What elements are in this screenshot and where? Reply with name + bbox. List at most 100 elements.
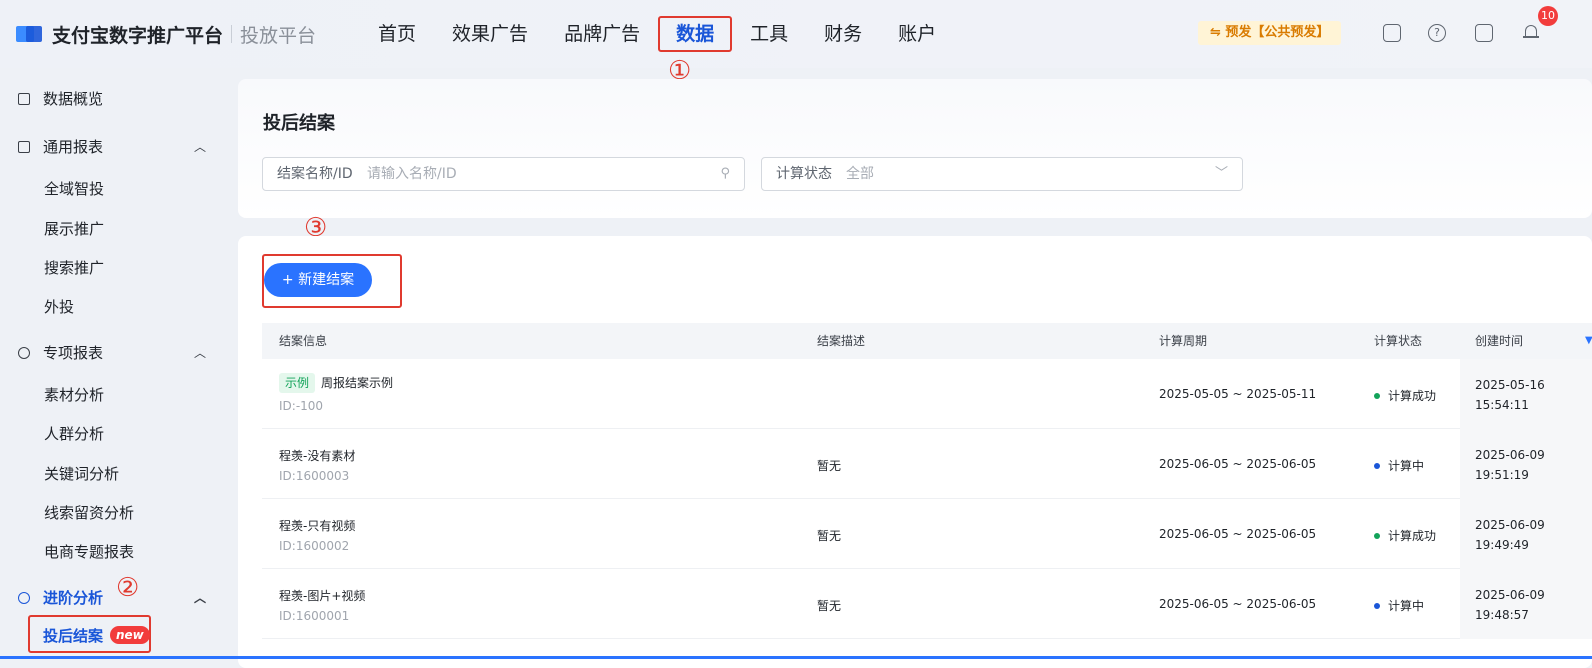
column-header-created[interactable]: 创建时间 xyxy=(1475,323,1523,359)
field-label: 计算状态 xyxy=(776,166,832,182)
case-period: 2025-05-05 ~ 2025-05-11 xyxy=(1159,387,1317,401)
sidebar-item-keyword[interactable]: 关键词分析 xyxy=(44,463,119,484)
sidebar-item-leads[interactable]: 线索留资分析 xyxy=(44,502,134,523)
sidebar-item-material[interactable]: 素材分析 xyxy=(44,384,104,405)
nav-home[interactable]: 首页 xyxy=(360,14,434,54)
created-date: 2025-06-09 xyxy=(1475,518,1545,532)
created-date: 2025-06-09 xyxy=(1475,588,1545,602)
created-time: 19:48:57 xyxy=(1475,608,1529,622)
sidebar-item-ecommerce[interactable]: 电商专题报表 xyxy=(44,541,134,562)
filter-panel: 投后结案 结案名称/ID 请输入名称/ID ⚲ 计算状态 全部 ﹀ xyxy=(238,79,1592,218)
new-case-button[interactable]: + 新建结案 xyxy=(264,263,372,297)
chevron-up-icon: ︿ xyxy=(194,591,207,605)
main-nav: 首页 效果广告 品牌广告 数据 工具 财务 账户 xyxy=(360,14,954,54)
case-desc: 暂无 xyxy=(817,459,842,473)
case-period: 2025-06-05 ~ 2025-06-05 xyxy=(1159,597,1317,611)
table-row[interactable]: 示例 周报结案示例 ID:-100 2025-05-05 ~ 2025-05-11… xyxy=(262,359,1592,429)
task-icon[interactable] xyxy=(1475,24,1493,42)
bell-icon[interactable] xyxy=(1523,23,1539,41)
dashboard-icon xyxy=(18,93,30,105)
sidebar-group-advanced[interactable]: 进阶分析 ︿ xyxy=(0,579,230,617)
table-header: 结案信息 结案描述 计算周期 计算状态 创建时间 ▼ xyxy=(262,323,1592,359)
sidebar-item-audience[interactable]: 人群分析 xyxy=(44,423,104,444)
created-time: 15:54:11 xyxy=(1475,398,1529,412)
top-bar: 支付宝数字推广平台 投放平台 首页 效果广告 品牌广告 数据 工具 财务 账户 xyxy=(0,0,1592,68)
logo-icon xyxy=(16,26,42,42)
chevron-down-icon: ﹀ xyxy=(1214,166,1228,181)
sidebar-item-label: 数据概览 xyxy=(43,90,104,108)
analysis-icon xyxy=(18,592,30,604)
sidebar-group-special-reports[interactable]: 专项报表 ︿ xyxy=(0,334,230,372)
status-dot-icon xyxy=(1374,602,1380,609)
created-cell: 2025-06-09 19:48:57 xyxy=(1475,585,1545,625)
page-title: 投后结案 xyxy=(263,113,335,134)
bottom-border xyxy=(0,656,1592,659)
select-value: 全部 xyxy=(846,166,874,182)
column-header-status: 计算状态 xyxy=(1374,334,1423,348)
example-tag: 示例 xyxy=(279,373,316,393)
case-desc: 暂无 xyxy=(817,529,842,543)
case-name[interactable]: 程羡-图片+视频 xyxy=(279,587,365,604)
new-badge: new xyxy=(110,626,150,644)
status-cell: 计算中 xyxy=(1374,457,1424,474)
tablet-icon[interactable] xyxy=(1383,24,1401,42)
column-header-info: 结案信息 xyxy=(279,334,328,348)
annotation-2: ② xyxy=(116,573,140,603)
created-time: 19:49:49 xyxy=(1475,538,1529,552)
case-id: ID:-100 xyxy=(279,399,324,413)
sidebar-item-label: 投后结案 xyxy=(43,627,104,645)
brand-title: 支付宝数字推广平台 xyxy=(52,24,224,47)
nav-brand-ads[interactable]: 品牌广告 xyxy=(546,14,658,54)
case-id: ID:1600003 xyxy=(279,469,350,483)
status-cell: 计算中 xyxy=(1374,597,1424,614)
env-badge[interactable]: ⇋ 预发【公共预发】 xyxy=(1198,21,1342,45)
created-date: 2025-05-16 xyxy=(1475,378,1545,392)
created-cell: 2025-06-09 19:49:49 xyxy=(1475,515,1545,555)
case-name[interactable]: 示例 周报结案示例 xyxy=(279,373,393,393)
case-name-text: 周报结案示例 xyxy=(321,376,394,390)
case-id: ID:1600001 xyxy=(279,609,350,623)
case-name[interactable]: 程羡-只有视频 xyxy=(279,517,355,534)
new-button-highlight: + 新建结案 xyxy=(262,254,402,308)
notification-badge: 10 xyxy=(1538,6,1558,26)
bar-chart-icon xyxy=(18,141,30,153)
sidebar-item-search[interactable]: 搜索推广 xyxy=(44,257,104,278)
nav-account[interactable]: 账户 xyxy=(880,14,954,54)
table-row[interactable]: 程羡-没有素材 ID:1600003 暂无 2025-06-05 ~ 2025-… xyxy=(262,429,1592,499)
case-name-text: 程羡-没有素材 xyxy=(279,449,356,463)
status-text: 计算成功 xyxy=(1388,389,1437,403)
nav-data[interactable]: 数据 xyxy=(658,14,733,54)
sidebar-group-label: 专项报表 xyxy=(43,344,104,362)
field-label: 结案名称/ID xyxy=(277,166,353,182)
sidebar-group-general-reports[interactable]: 通用报表 ︿ xyxy=(0,128,230,166)
created-time: 19:51:19 xyxy=(1475,468,1529,482)
status-dot-icon xyxy=(1374,462,1380,469)
status-dot-icon xyxy=(1374,532,1380,539)
table-row[interactable]: 程羡-只有视频 ID:1600002 暂无 2025-06-05 ~ 2025-… xyxy=(262,499,1592,569)
nav-performance-ads[interactable]: 效果广告 xyxy=(434,14,546,54)
nav-tools[interactable]: 工具 xyxy=(732,14,806,54)
sidebar-item-post-campaign[interactable]: 投后结案 new xyxy=(28,615,151,653)
created-cell: 2025-06-09 19:51:19 xyxy=(1475,445,1545,485)
sidebar-item-display[interactable]: 展示推广 xyxy=(44,218,104,239)
sidebar-item-external[interactable]: 外投 xyxy=(44,296,74,317)
status-select[interactable]: 计算状态 全部 ﹀ xyxy=(761,157,1243,191)
case-desc: 暂无 xyxy=(817,599,842,613)
nav-finance[interactable]: 财务 xyxy=(806,14,880,54)
status-dot-icon xyxy=(1374,392,1380,399)
name-search-input[interactable]: 结案名称/ID 请输入名称/ID ⚲ xyxy=(262,157,745,191)
status-text: 计算中 xyxy=(1388,459,1425,473)
sidebar-item-omni[interactable]: 全域智投 xyxy=(44,178,104,199)
chevron-up-icon: ︿ xyxy=(194,140,207,154)
created-cell: 2025-05-16 15:54:11 xyxy=(1475,375,1545,415)
chevron-up-icon: ︿ xyxy=(194,346,207,360)
status-cell: 计算成功 xyxy=(1374,387,1436,404)
table-row[interactable]: 程羡-图片+视频 ID:1600001 暂无 2025-06-05 ~ 2025… xyxy=(262,569,1592,639)
sort-icon[interactable]: ▼ xyxy=(1585,323,1592,359)
case-id: ID:1600002 xyxy=(279,539,350,553)
help-icon[interactable]: ? xyxy=(1428,24,1446,42)
case-name[interactable]: 程羡-没有素材 xyxy=(279,447,355,464)
sidebar-item-overview[interactable]: 数据概览 xyxy=(0,80,230,118)
created-date: 2025-06-09 xyxy=(1475,448,1545,462)
field-placeholder: 请输入名称/ID xyxy=(367,166,457,182)
